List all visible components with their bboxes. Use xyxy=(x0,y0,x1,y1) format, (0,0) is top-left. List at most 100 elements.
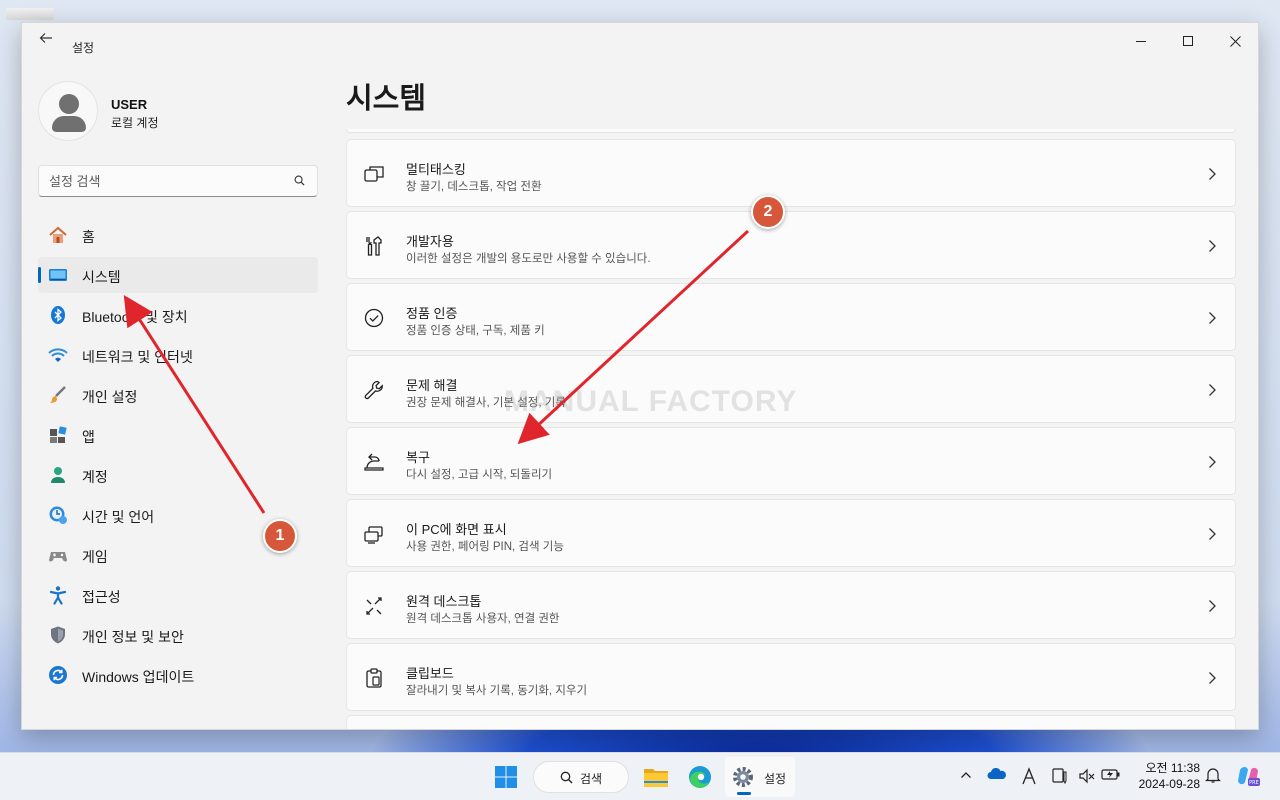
search-input[interactable] xyxy=(49,170,279,192)
sidebar-item-accessibility[interactable]: 접근성 xyxy=(38,577,318,613)
card-title: 개발자용 xyxy=(406,234,454,249)
activation-check-icon xyxy=(364,308,384,328)
card-remote-desktop[interactable]: 원격 데스크톱 원격 데스크톱 사용자, 연결 권한 xyxy=(346,571,1236,639)
sidebar-item-home[interactable]: 홈 xyxy=(38,217,318,253)
card-clipboard[interactable]: 클립보드 잘라내기 및 복사 기록, 동기화, 지우기 xyxy=(346,643,1236,711)
card-previous-partial xyxy=(346,129,1236,133)
settings-taskbar-label: 설정 xyxy=(764,772,787,786)
card-title: 문제 해결 xyxy=(406,378,458,393)
copilot-icon: PRE xyxy=(1238,767,1260,786)
close-button[interactable] xyxy=(1212,27,1258,55)
card-activation[interactable]: 정품 인증 정품 인증 상태, 구독, 제품 키 xyxy=(346,283,1236,351)
card-description: 창 끌기, 데스크톱, 작업 전환 xyxy=(406,181,542,193)
pen-tray-button[interactable] xyxy=(1050,767,1070,787)
edge-icon xyxy=(689,766,711,788)
file-explorer-button[interactable] xyxy=(638,759,674,795)
user-profile[interactable]: USER 로컬 계정 xyxy=(38,81,318,141)
maximize-button[interactable] xyxy=(1165,27,1211,55)
card-for-developers[interactable]: 개발자용 이러한 설정은 개발의 용도로만 사용할 수 있습니다. xyxy=(346,211,1236,279)
clock-date: 2024-09-28 xyxy=(1138,777,1200,791)
card-description: 다시 설정, 고급 시작, 되돌리기 xyxy=(406,469,553,481)
sidebar-item-apps[interactable]: 앱 xyxy=(38,417,318,453)
annotation-badge-2: 2 xyxy=(751,195,785,229)
folder-icon xyxy=(644,769,668,787)
sidebar-item-label: Windows 업데이트 xyxy=(82,669,195,685)
sidebar-item-label: 앱 xyxy=(82,429,95,445)
sidebar-item-accounts[interactable]: 계정 xyxy=(38,457,318,493)
title-bar: 설정 xyxy=(22,23,1258,57)
chevron-right-icon xyxy=(1209,528,1216,540)
chevron-right-icon xyxy=(1209,672,1216,684)
settings-search[interactable] xyxy=(38,165,318,197)
sidebar-item-label: 개인 정보 및 보안 xyxy=(82,629,184,645)
chevron-up-icon xyxy=(961,772,971,778)
annotation-badge-1: 1 xyxy=(263,519,297,553)
card-next-partial[interactable] xyxy=(346,715,1236,729)
clock-time: 오전 11:38 xyxy=(1145,761,1200,775)
card-title: 정품 인증 xyxy=(406,306,458,321)
copilot-button[interactable]: PRE xyxy=(1236,764,1260,788)
minimize-icon xyxy=(1136,40,1146,42)
sidebar-item-label: 시간 및 언어 xyxy=(82,509,155,525)
sidebar-item-system[interactable]: 시스템 xyxy=(38,257,318,293)
notification-button[interactable] xyxy=(1203,767,1223,787)
chevron-right-icon xyxy=(1209,600,1216,612)
ime-tray-button[interactable] xyxy=(1019,767,1039,787)
card-recovery[interactable]: 복구 다시 설정, 고급 시작, 되돌리기 xyxy=(346,427,1236,495)
onedrive-tray-button[interactable] xyxy=(987,767,1007,787)
card-description: 이러한 설정은 개발의 용도로만 사용할 수 있습니다. xyxy=(406,253,651,265)
edge-browser-button[interactable] xyxy=(682,759,718,795)
page-title: 시스템 xyxy=(346,83,427,115)
windows-update-icon xyxy=(49,666,67,684)
sidebar-item-privacy[interactable]: 개인 정보 및 보안 xyxy=(38,617,318,653)
personalization-brush-icon xyxy=(50,386,66,403)
search-icon xyxy=(294,175,305,186)
card-title: 원격 데스크톱 xyxy=(406,594,482,609)
sidebar-item-personalization[interactable]: 개인 설정 xyxy=(38,377,318,413)
clock[interactable]: 오전 11:38 2024-09-28 xyxy=(1128,760,1200,792)
search-icon xyxy=(560,771,573,784)
desktop-icon[interactable] xyxy=(6,8,54,20)
back-button[interactable] xyxy=(34,31,58,49)
clipboard-icon xyxy=(366,668,382,688)
card-multitasking[interactable]: 멀티태스킹 창 끌기, 데스크톱, 작업 전환 xyxy=(346,139,1236,207)
tray-overflow-button[interactable] xyxy=(956,767,976,787)
card-description: 잘라내기 및 복사 기록, 동기화, 지우기 xyxy=(406,685,588,697)
troubleshoot-wrench-icon xyxy=(364,380,383,400)
sidebar-item-bluetooth[interactable]: Bluetooth 및 장치 xyxy=(38,297,318,333)
minimize-button[interactable] xyxy=(1118,27,1164,55)
chevron-right-icon xyxy=(1209,168,1216,180)
settings-taskbar-button[interactable]: 설정 xyxy=(725,757,795,797)
start-button[interactable] xyxy=(488,759,524,795)
chevron-right-icon xyxy=(1209,456,1216,468)
card-title: 멀티태스킹 xyxy=(406,162,466,177)
sidebar-item-label: 개인 설정 xyxy=(82,389,138,405)
ime-a-icon xyxy=(1022,767,1036,785)
taskbar-search[interactable]: 검색 xyxy=(533,761,629,793)
sidebar-item-label: 시스템 xyxy=(82,269,121,285)
battery-tray-button[interactable] xyxy=(1101,767,1121,787)
settings-window: 설정 USER 로컬 계정 홈 시스템 Bluetooth 및 장치 xyxy=(21,22,1259,730)
network-icon xyxy=(48,348,68,362)
taskbar-search-label: 검색 xyxy=(580,772,603,786)
volume-tray-button[interactable] xyxy=(1077,767,1097,787)
sidebar-item-label: 게임 xyxy=(82,549,108,565)
time-language-icon xyxy=(49,506,67,524)
card-project-to-pc[interactable]: 이 PC에 화면 표시 사용 권한, 페어링 PIN, 검색 기능 xyxy=(346,499,1236,567)
recovery-icon xyxy=(364,453,384,471)
sidebar-item-network[interactable]: 네트워크 및 인터넷 xyxy=(38,337,318,373)
accounts-icon xyxy=(51,467,65,483)
speaker-muted-icon xyxy=(1079,768,1095,784)
sidebar-item-label: 네트워크 및 인터넷 xyxy=(82,349,193,365)
cloud-icon xyxy=(987,767,1006,779)
accessibility-icon xyxy=(49,586,67,605)
apps-icon xyxy=(50,426,67,443)
sidebar-item-windows-update[interactable]: Windows 업데이트 xyxy=(38,657,318,693)
multitasking-icon xyxy=(364,166,384,182)
close-icon xyxy=(1229,35,1241,47)
sidebar-item-label: 계정 xyxy=(82,469,108,485)
chevron-right-icon xyxy=(1209,240,1216,252)
project-to-pc-icon xyxy=(364,526,383,544)
sidebar-item-label: 접근성 xyxy=(82,589,121,605)
tablet-pen-icon xyxy=(1052,768,1067,785)
